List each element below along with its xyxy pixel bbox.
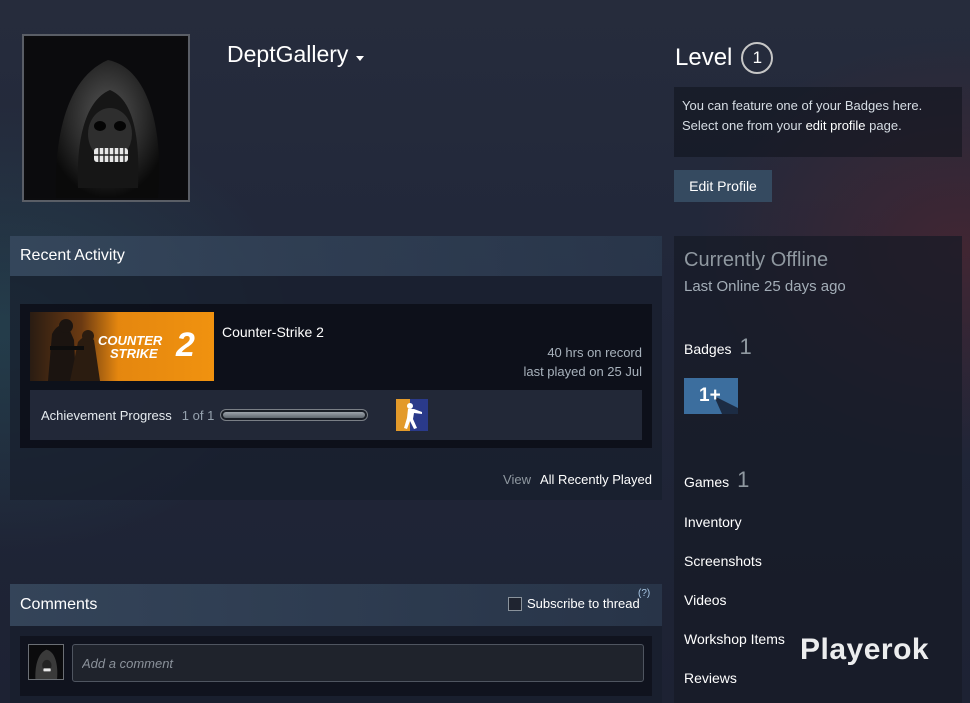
level-display: Level 1	[675, 42, 774, 74]
capsule-line2: STRIKE	[110, 346, 158, 361]
help-icon[interactable]: (?)	[638, 588, 650, 599]
all-recently-played-link[interactable]: All Recently Played	[540, 472, 652, 487]
videos-link[interactable]: Videos	[684, 592, 727, 608]
chevron-down-icon	[356, 56, 365, 61]
profile-avatar	[22, 34, 190, 202]
badge-info-line1: You can feature one of your Badges here.	[682, 98, 923, 113]
badge-info-post: page.	[865, 118, 902, 133]
achievement-progress-label: Achievement Progress	[41, 407, 172, 423]
badge-tile[interactable]: 1+	[684, 378, 738, 414]
level-badge: 1	[741, 42, 774, 74]
watermark: Playerok	[800, 633, 930, 666]
recent-activity-header: Recent Activity	[10, 236, 662, 276]
hooded-skull-avatar-icon	[26, 38, 186, 198]
comments-panel: Comments Subscribe to thread (?)	[10, 584, 662, 703]
game-hours: 40 hrs on record	[547, 345, 642, 360]
last-online: Last Online 25 days ago	[684, 278, 846, 295]
hooded-skull-avatar-icon	[29, 645, 63, 679]
achievement-progress-track	[220, 409, 369, 421]
view-label: View	[503, 472, 531, 487]
capsule-logo-text: COUNTER STRIKE	[98, 334, 162, 360]
view-all-recently-played[interactable]: View All Recently Played	[503, 472, 652, 487]
comment-entry-area	[20, 636, 652, 696]
achievement-progress-bar[interactable]: Achievement Progress 1 of 1	[30, 390, 642, 440]
reviews-link[interactable]: Reviews	[684, 670, 737, 686]
game-capsule-image[interactable]: COUNTER STRIKE 2	[30, 312, 214, 381]
recent-activity-panel: Recent Activity COUNTER STRIKE 2 Counter…	[10, 236, 662, 500]
recent-game-card: COUNTER STRIKE 2 Counter-Strike 2 40 hrs…	[20, 304, 652, 448]
badge-info-line2: Select one from your edit profile page.	[682, 116, 954, 136]
edit-profile-link[interactable]: edit profile	[806, 118, 866, 133]
games-link[interactable]: Games 1	[684, 467, 749, 493]
online-status: Currently Offline	[684, 249, 829, 271]
achievement-icon[interactable]	[396, 399, 429, 431]
subscribe-label: Subscribe to thread	[527, 596, 640, 611]
games-label: Games	[684, 474, 730, 490]
badge-tile-text: 1+	[699, 385, 721, 406]
soldier-silhouette-icon	[396, 399, 429, 431]
game-name-link[interactable]: Counter-Strike 2	[222, 324, 324, 340]
comment-input[interactable]	[72, 644, 644, 682]
screenshots-link[interactable]: Screenshots	[684, 553, 762, 569]
subscribe-to-thread[interactable]: Subscribe to thread	[508, 596, 640, 611]
workshop-items-link[interactable]: Workshop Items	[684, 631, 785, 647]
inventory-link[interactable]: Inventory	[684, 514, 742, 530]
commenter-avatar	[28, 644, 64, 680]
achievement-count: 1 of 1	[181, 407, 215, 423]
persona-name-dropdown[interactable]: DeptGallery	[227, 41, 365, 68]
edit-profile-button[interactable]: Edit Profile	[674, 170, 772, 202]
badges-link[interactable]: Badges 1	[684, 334, 752, 360]
level-label: Level	[675, 44, 733, 71]
game-last-played: last played on 25 Jul	[523, 364, 642, 379]
badges-label: Badges	[684, 341, 732, 357]
badges-count: 1	[739, 334, 752, 359]
featured-badge-info: You can feature one of your Badges here.…	[674, 87, 962, 157]
games-count: 1	[737, 467, 750, 492]
persona-name: DeptGallery	[227, 41, 349, 67]
subscribe-checkbox[interactable]	[508, 596, 522, 611]
capsule-number: 2	[176, 326, 195, 364]
comments-title: Comments	[20, 596, 98, 613]
comments-header: Comments Subscribe to thread (?)	[10, 584, 662, 626]
badge-info-pre: Select one from your	[682, 118, 806, 133]
achievement-progress-fill	[223, 412, 366, 418]
